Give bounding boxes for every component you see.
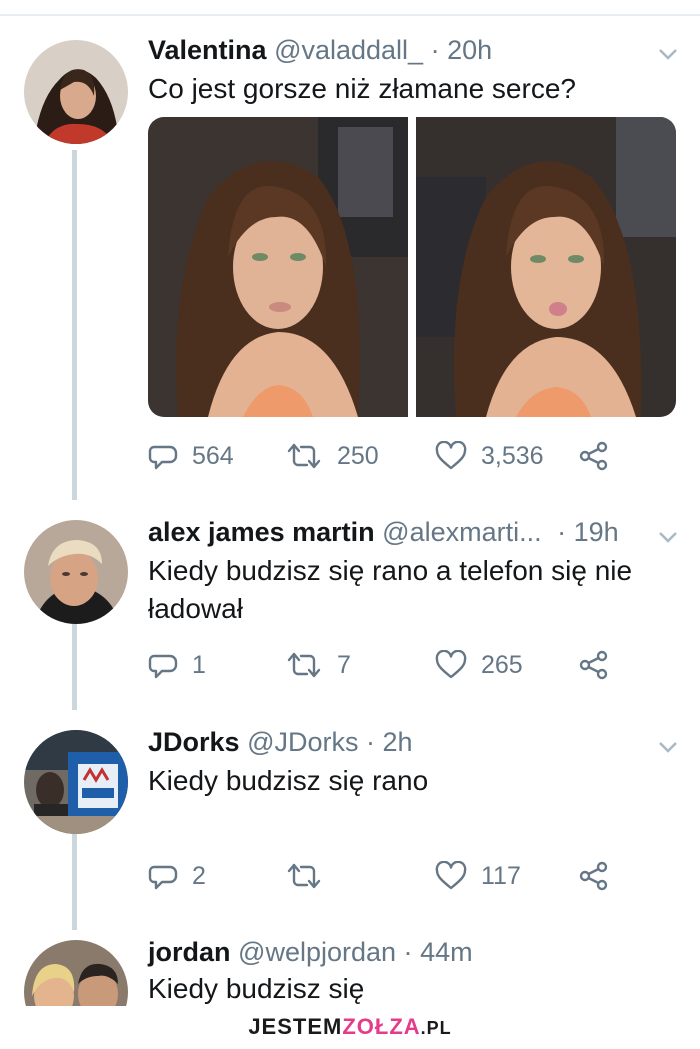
watermark-prefix: JESTEM <box>248 1014 343 1039</box>
tweet-actions: 564 250 3,536 <box>148 436 668 476</box>
tweet-valentina[interactable]: Valentina @valaddall_ · 20h Co jest gors… <box>0 0 700 500</box>
like-button[interactable]: 3,536 <box>435 436 544 476</box>
like-button[interactable]: 265 <box>435 645 523 685</box>
avatar[interactable] <box>24 40 128 144</box>
like-count: 3,536 <box>481 441 544 470</box>
photo-1[interactable] <box>148 117 408 417</box>
like-button[interactable]: 117 <box>435 856 521 896</box>
reply-button[interactable]: 1 <box>148 645 206 685</box>
display-name[interactable]: alex james martin <box>148 517 375 547</box>
retweet-icon <box>287 652 321 678</box>
watermark-middle: ZOŁZA <box>342 1014 421 1039</box>
tweet-actions: 1 7 265 <box>148 645 668 685</box>
retweet-count: 250 <box>337 441 379 470</box>
chevron-down-icon[interactable] <box>658 47 678 61</box>
reply-icon <box>148 654 178 679</box>
thread-line <box>72 834 77 930</box>
share-icon <box>579 441 608 471</box>
retweet-icon <box>287 443 321 469</box>
avatar[interactable] <box>24 940 128 1007</box>
display-name[interactable]: jordan <box>148 937 231 967</box>
thread-line <box>72 150 77 500</box>
watermark-suffix: .PL <box>420 1018 452 1038</box>
reply-button[interactable]: 2 <box>148 856 206 896</box>
share-icon <box>579 650 608 680</box>
user-handle[interactable]: @JDorks <box>247 727 358 757</box>
like-count: 117 <box>481 861 521 890</box>
tweet-actions: 2 117 <box>148 856 668 896</box>
tweet-header: Valentina @valaddall_ · 20h <box>148 34 492 66</box>
tweet-header: alex james martin @alexmarti... · 19h <box>148 516 619 548</box>
heart-icon <box>435 441 467 470</box>
reply-button[interactable]: 564 <box>148 436 234 476</box>
avatar[interactable] <box>24 520 128 624</box>
user-handle[interactable]: @valaddall_ <box>274 35 423 65</box>
separator-dot: · <box>557 517 567 547</box>
share-button[interactable] <box>578 856 610 896</box>
tweet-header: JDorks @JDorks · 2h <box>148 726 413 758</box>
retweet-button[interactable]: 250 <box>285 436 379 476</box>
heart-icon <box>435 861 467 890</box>
photo-2[interactable] <box>416 117 676 417</box>
chevron-down-icon[interactable] <box>658 740 678 754</box>
display-name[interactable]: JDorks <box>148 727 240 757</box>
timestamp[interactable]: 2h <box>383 727 413 757</box>
separator-dot: · <box>403 937 413 967</box>
retweet-count: 7 <box>337 650 351 679</box>
share-button[interactable] <box>578 645 610 685</box>
tweet-header: jordan @welpjordan · 44m <box>148 936 473 968</box>
watermark: JESTEMZOŁZA.PL <box>0 1006 700 1047</box>
share-button[interactable] <box>578 436 610 476</box>
retweet-button[interactable] <box>285 856 337 896</box>
reply-count: 1 <box>192 650 206 679</box>
thread-line <box>72 624 77 710</box>
media-gallery[interactable] <box>148 117 678 417</box>
retweet-button[interactable]: 7 <box>285 645 351 685</box>
display-name[interactable]: Valentina <box>148 35 267 65</box>
chevron-down-icon[interactable] <box>658 530 678 544</box>
like-count: 265 <box>481 650 523 679</box>
retweet-icon <box>287 863 321 889</box>
reply-count: 2 <box>192 861 206 890</box>
avatar[interactable] <box>24 730 128 834</box>
tweet-jdorks[interactable]: JDorks @JDorks · 2h Kiedy budzisz się ra… <box>0 710 700 930</box>
separator-dot: · <box>430 35 440 65</box>
timestamp[interactable]: 44m <box>420 937 473 967</box>
tweet-text: Kiedy budzisz się rano <box>148 765 429 796</box>
timestamp[interactable]: 19h <box>574 517 619 547</box>
timestamp[interactable]: 20h <box>447 35 492 65</box>
tweet-jordan[interactable]: jordan @welpjordan · 44m Kiedy budzisz s… <box>0 930 700 1007</box>
tweet-alex[interactable]: alex james martin @alexmarti... · 19h Ki… <box>0 500 700 710</box>
user-handle[interactable]: @welpjordan <box>238 937 396 967</box>
reply-icon <box>148 445 178 470</box>
reply-icon <box>148 865 178 890</box>
share-icon <box>579 861 608 891</box>
user-handle[interactable]: @alexmarti... <box>382 517 541 547</box>
reply-count: 564 <box>192 441 234 470</box>
tweet-text: Kiedy budzisz się rano a telefon się nie… <box>148 555 633 624</box>
tweet-text: Co jest gorsze niż złamane serce? <box>148 73 576 104</box>
heart-icon <box>435 650 467 679</box>
separator-dot: · <box>366 727 375 757</box>
tweet-text: Kiedy budzisz się <box>148 973 365 1004</box>
